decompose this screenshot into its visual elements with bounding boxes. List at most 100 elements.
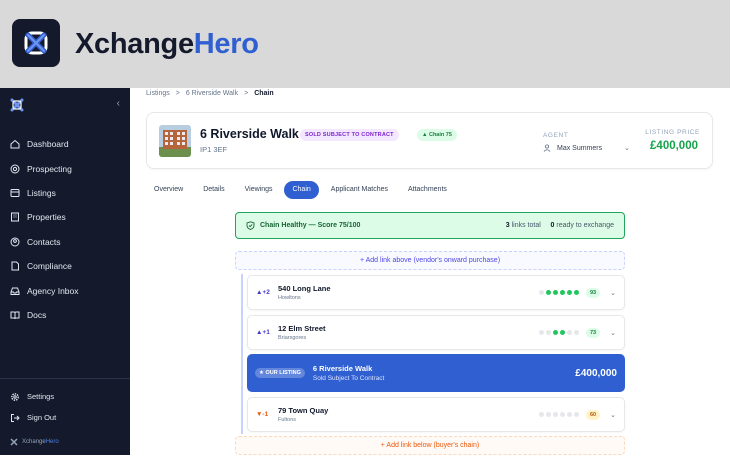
breadcrumb-separator: > xyxy=(244,90,249,97)
chain-score-badge: ▲ Chain 75 xyxy=(417,129,457,141)
sidebar-item-label: Settings xyxy=(27,392,55,401)
breadcrumb-listings[interactable]: Listings xyxy=(146,90,170,97)
listing-postcode: IP1 3EF xyxy=(200,145,228,154)
progress-dot xyxy=(546,290,551,295)
list-icon xyxy=(10,188,20,197)
chain-link-card[interactable]: ▼-1 79 Town Quay Fultons 60 ⌄ xyxy=(247,397,625,432)
sidebar-item-label: Prospecting xyxy=(27,163,72,174)
sidebar-item-label: Agency Inbox xyxy=(27,285,79,296)
sidebar-item-label: Docs xyxy=(27,309,47,320)
target-icon xyxy=(10,164,20,174)
link-score-badge: 60 xyxy=(586,409,601,420)
chain-link-card[interactable]: ▲+2 540 Long Lane Howltons 93 ⌄ xyxy=(247,275,625,310)
tab-attachments[interactable]: Attachments xyxy=(400,181,455,199)
progress-dot xyxy=(567,290,572,295)
breadcrumb-listing[interactable]: 6 Riverside Walk xyxy=(186,90,238,97)
progress-dot xyxy=(539,412,544,417)
sidebar-item-label: Compliance xyxy=(27,261,72,272)
sidebar-item-prospecting[interactable]: Prospecting xyxy=(0,156,130,180)
progress-dot xyxy=(560,412,565,417)
our-listing-badge: ★ OUR LISTING xyxy=(255,368,305,378)
chain-link-status: 93 ⌄ xyxy=(539,287,616,298)
user-icon xyxy=(543,144,551,152)
gear-icon xyxy=(11,392,19,401)
progress-dot xyxy=(567,330,572,335)
chain-link-info: 12 Elm Street Briarsgores xyxy=(278,324,326,341)
agent-select[interactable]: Max Summers xyxy=(543,144,602,152)
chain-link-solicitor: Howltons xyxy=(278,295,301,301)
chain-link-status: 73 ⌄ xyxy=(539,327,616,338)
breadcrumb-current: Chain xyxy=(254,90,274,97)
small-logo-icon xyxy=(10,438,18,446)
contact-icon xyxy=(10,237,20,247)
brand-name: XchangeHero xyxy=(75,28,259,60)
our-listing-info: 6 Riverside Walk Sold Subject To Contrac… xyxy=(313,364,384,382)
progress-dot xyxy=(546,412,551,417)
tab-viewings[interactable]: Viewings xyxy=(237,181,281,199)
progress-dot xyxy=(560,330,565,335)
listing-price: £400,000 xyxy=(650,140,698,152)
sidebar-item-properties[interactable]: Properties xyxy=(0,205,130,229)
breadcrumb-separator: > xyxy=(175,90,180,97)
chain-health-text: Chain Healthy — Score 75/100 xyxy=(260,222,361,229)
our-listing-price: £400,000 xyxy=(575,367,617,379)
sidebar-item-contacts[interactable]: Contacts xyxy=(0,230,130,254)
sidebar-item-listings[interactable]: Listings xyxy=(0,181,130,205)
links-count: 3 xyxy=(505,222,510,229)
sidebar-item-sign-out[interactable]: Sign Out xyxy=(0,407,130,428)
shield-check-icon xyxy=(246,221,255,230)
chevron-down-icon[interactable]: ⌄ xyxy=(610,411,616,419)
our-listing-card[interactable]: ★ OUR LISTING 6 Riverside Walk Sold Subj… xyxy=(247,354,625,392)
listing-tabs: Overview Details Viewings Chain Applican… xyxy=(146,181,455,199)
sidebar-item-label: Dashboard xyxy=(27,139,69,150)
xchangehero-logo-icon xyxy=(12,19,60,67)
sidebar-item-label: Properties xyxy=(27,212,66,223)
our-listing-status: Sold Subject To Contract xyxy=(312,375,385,382)
add-link-above-button[interactable]: + Add link above (vendor's onward purcha… xyxy=(235,251,625,270)
chevron-down-icon[interactable]: ⌄ xyxy=(610,329,616,337)
tab-details[interactable]: Details xyxy=(195,181,232,199)
sidebar-item-dashboard[interactable]: Dashboard xyxy=(0,132,130,156)
sidebar-item-compliance[interactable]: Compliance xyxy=(0,254,130,278)
price-label: LISTING PRICE xyxy=(645,129,700,136)
sidebar-item-settings[interactable]: Settings xyxy=(0,386,130,407)
progress-dot xyxy=(574,412,579,417)
chain-stats: 3 links total 0 ready to exchange xyxy=(506,222,614,229)
brand-banner: XchangeHero xyxy=(0,0,730,88)
sidebar-logo-icon[interactable] xyxy=(10,98,24,117)
sidebar-item-agency-inbox[interactable]: Agency Inbox xyxy=(0,278,130,302)
tab-chain[interactable]: Chain xyxy=(284,181,319,199)
chevron-down-icon[interactable]: ⌄ xyxy=(610,289,616,297)
chain-link-solicitor: Briarsgores xyxy=(278,335,307,341)
breadcrumb: Listings > 6 Riverside Walk > Chain xyxy=(146,90,274,97)
ready-label: ready to exchange xyxy=(556,222,614,229)
sidebar-footer-brand: Xchange Hero xyxy=(10,438,59,446)
chain-position: ▲+2 xyxy=(256,289,270,296)
add-link-below-button[interactable]: + Add link below (buyer's chain) xyxy=(235,436,625,455)
collapse-sidebar-icon[interactable]: ‹ xyxy=(117,98,120,109)
progress-dot xyxy=(574,330,579,335)
links-label: links total xyxy=(511,222,541,229)
chain-link-card[interactable]: ▲+1 12 Elm Street Briarsgores 73 ⌄ xyxy=(247,315,625,350)
sidebar-item-docs[interactable]: Docs xyxy=(0,303,130,327)
inbox-icon xyxy=(10,287,20,295)
chain-connector-line xyxy=(241,274,243,434)
sidebar-bottom: Settings Sign Out xyxy=(0,386,130,428)
link-score-badge: 73 xyxy=(586,327,601,338)
document-icon xyxy=(11,261,19,271)
chevron-down-icon[interactable]: ⌄ xyxy=(624,144,630,152)
progress-dot xyxy=(567,412,572,417)
agent-name: Max Summers xyxy=(557,144,603,152)
chain-link-address: 79 Town Quay xyxy=(278,406,329,415)
chain-link-status: 60 ⌄ xyxy=(539,409,616,420)
sidebar-divider xyxy=(0,378,130,379)
progress-dot xyxy=(553,330,558,335)
chain-link-solicitor: Fultons xyxy=(278,417,297,423)
our-listing-address: 6 Riverside Walk xyxy=(312,364,373,373)
tab-applicant-matches[interactable]: Applicant Matches xyxy=(323,181,396,199)
listing-header-card: 6 Riverside Walk IP1 3EF SOLD SUBJECT TO… xyxy=(146,112,713,169)
sign-out-icon xyxy=(11,413,20,422)
progress-dots xyxy=(539,330,579,335)
tab-overview[interactable]: Overview xyxy=(146,181,191,199)
sidebar-nav: Dashboard Prospecting Listings Propertie… xyxy=(0,132,130,327)
